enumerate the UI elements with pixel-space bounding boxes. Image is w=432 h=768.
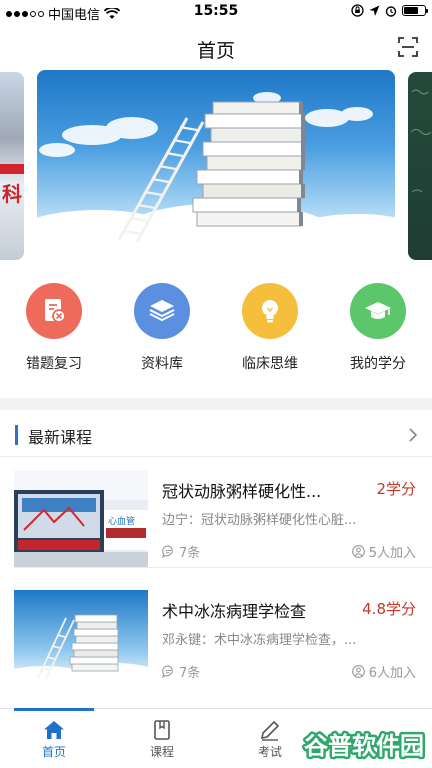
section-accent-bar bbox=[15, 425, 18, 445]
banner-prev-glyph: 科 bbox=[2, 182, 22, 206]
row-divider bbox=[14, 567, 432, 568]
comment-icon bbox=[162, 665, 173, 678]
scan-icon[interactable] bbox=[398, 37, 418, 57]
course-thumbnail bbox=[14, 590, 148, 688]
quick-menu-item-library[interactable]: 资料库 bbox=[112, 283, 212, 373]
books-ladder-illustration bbox=[37, 92, 395, 260]
course-joined: 6人加入 bbox=[351, 662, 416, 681]
course-description: 边宁：冠状动脉粥样硬化性心脏... bbox=[162, 513, 357, 528]
course-item[interactable]: 术中冰冻病理学检查 4.8学分 邓永键：术中冰冻病理学检查，... 7条 6人加… bbox=[0, 578, 432, 688]
layers-icon bbox=[134, 283, 190, 339]
lightbulb-icon bbox=[242, 283, 298, 339]
quick-menu-label: 我的学分 bbox=[350, 356, 406, 372]
course-joined: 5人加入 bbox=[351, 542, 416, 561]
course-comments: 7条 bbox=[162, 542, 200, 561]
quick-menu-label: 资料库 bbox=[141, 356, 183, 372]
thumb-caption: 心血管 bbox=[108, 515, 135, 527]
pencil-icon bbox=[260, 720, 280, 741]
course-description: 邓永键：术中冰冻病理学检查，... bbox=[162, 633, 357, 648]
quick-menu-label: 错题复习 bbox=[26, 356, 82, 372]
course-credit: 4.8学分 bbox=[362, 600, 416, 618]
course-title: 术中冰冻病理学检查 bbox=[162, 602, 307, 621]
page-title: 首页 bbox=[196, 40, 235, 62]
quick-menu-item-wrong-review[interactable]: 错题复习 bbox=[4, 283, 104, 373]
watermark-text: 谷普软件园 bbox=[304, 732, 424, 760]
battery-icon bbox=[402, 5, 428, 16]
course-title: 冠状动脉粥样硬化性... bbox=[162, 482, 322, 501]
tab-label: 考试 bbox=[257, 745, 282, 759]
alarm-icon bbox=[385, 5, 397, 17]
quick-menu-label: 临床思维 bbox=[242, 356, 298, 372]
site-watermark: 谷普软件园 谷普软件园 bbox=[302, 730, 426, 763]
quick-menu-item-my-credits[interactable]: 我的学分 bbox=[328, 283, 428, 373]
tab-label: 首页 bbox=[41, 745, 66, 759]
banner-next-slide[interactable] bbox=[408, 72, 432, 260]
tab-courses[interactable]: 课程 bbox=[122, 709, 202, 760]
location-icon bbox=[369, 5, 380, 16]
banner-carousel[interactable]: 科 bbox=[0, 70, 432, 262]
home-icon bbox=[44, 721, 64, 739]
banner-image-books-ladder[interactable] bbox=[37, 70, 395, 260]
section-line bbox=[0, 456, 432, 457]
quick-menu-item-clinical-thinking[interactable]: 临床思维 bbox=[220, 283, 320, 373]
comment-count: 7条 bbox=[179, 666, 201, 681]
course-comments: 7条 bbox=[162, 662, 200, 681]
comment-count: 7条 bbox=[179, 546, 201, 561]
comment-icon bbox=[162, 545, 173, 558]
section-title: 最新课程 bbox=[28, 428, 93, 447]
latest-courses-header[interactable]: 最新课程 bbox=[0, 420, 432, 456]
graduation-cap-icon bbox=[350, 283, 406, 339]
banner-prev-slide[interactable]: 科 bbox=[0, 72, 24, 260]
person-icon bbox=[351, 545, 365, 558]
quick-menu: 错题复习 资料库 临床思维 我的学分 bbox=[0, 283, 432, 383]
tab-exam[interactable]: 考试 bbox=[230, 709, 310, 760]
joined-count: 5人加入 bbox=[368, 546, 416, 561]
wrong-answers-icon bbox=[26, 283, 82, 339]
course-credit: 2学分 bbox=[376, 480, 416, 498]
tab-home[interactable]: 首页 bbox=[14, 709, 94, 760]
person-icon bbox=[351, 665, 365, 678]
book-icon bbox=[154, 720, 170, 740]
chevron-right-icon[interactable] bbox=[408, 428, 418, 442]
joined-count: 6人加入 bbox=[368, 666, 416, 681]
course-thumbnail: 心血管 bbox=[14, 470, 148, 568]
status-bar: 中国电信 15:55 bbox=[0, 0, 432, 24]
tab-label: 课程 bbox=[149, 745, 174, 759]
rotation-lock-icon bbox=[351, 4, 364, 17]
course-item[interactable]: 心血管 冠状动脉粥样硬化性... 2学分 边宁：冠状动脉粥样硬化性心脏... 7… bbox=[0, 458, 432, 568]
section-divider bbox=[0, 398, 432, 410]
status-right bbox=[351, 4, 428, 17]
